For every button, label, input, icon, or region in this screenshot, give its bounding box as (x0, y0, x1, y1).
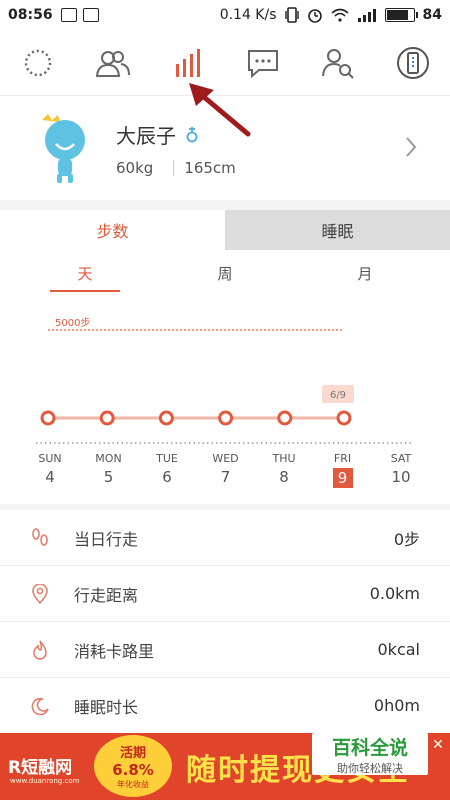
day-column[interactable]: SAT 10 (381, 452, 421, 486)
day-axis: SUN 4 MON 5 TUE 6 WED 7 THU 8 FRI 9 SAT 10 (0, 452, 450, 492)
day-name: SUN (38, 452, 62, 465)
watermark-subtitle: 助你轻松解决 (337, 761, 403, 775)
day-date: 6 (162, 468, 172, 486)
day-name: SAT (390, 452, 412, 465)
avatar (42, 113, 85, 183)
moon-icon (30, 696, 50, 716)
ad-close-button[interactable]: ✕ (428, 735, 448, 755)
ad-badge-title: 活期 (119, 746, 146, 761)
day-date: 5 (103, 468, 114, 486)
list-item-label: 当日行走 (74, 529, 139, 549)
ad-rate-badge: 活期 6.8% 年化收益 (94, 735, 172, 797)
list-item: 消耗卡路里 0kcal (0, 622, 450, 678)
day-date: 10 (391, 468, 411, 486)
signal-icon (357, 9, 376, 22)
find-user-icon[interactable] (314, 39, 362, 87)
ad-badge-rate: 6.8% (112, 761, 154, 779)
list-item: 当日行走 0步 (0, 510, 450, 566)
app-notification-icon (82, 8, 99, 22)
list-item-value: 0步 (393, 529, 420, 549)
network-speed: 0.14 K/s (219, 7, 277, 23)
location-pin-icon (30, 583, 50, 604)
summary-list: 当日行走 0步 行走距离 0.0km 消耗卡路里 0kcal 睡眠时长 0h0m (0, 510, 450, 734)
watermark: 百科全说 助你轻松解决 (312, 733, 428, 775)
loading-ring-icon[interactable] (14, 39, 62, 87)
data-point-mon[interactable] (99, 410, 115, 426)
profile-card[interactable]: 大辰子 60kg 165cm (0, 97, 450, 200)
day-date: 8 (279, 468, 289, 486)
date-tooltip: 6/9 (330, 390, 346, 401)
list-item-label: 消耗卡路里 (74, 641, 155, 661)
flame-icon (30, 639, 50, 660)
day-date: 9 (332, 468, 353, 488)
day-column[interactable]: MON 5 (89, 452, 129, 486)
battery-level: 84 (422, 7, 442, 23)
chevron-right-icon (406, 137, 417, 157)
list-item-label: 行走距离 (74, 585, 139, 605)
list-item-value: 0kcal (377, 640, 421, 659)
stats-divider (173, 160, 175, 176)
friends-icon[interactable] (89, 39, 137, 87)
list-item-value: 0h0m (373, 696, 420, 715)
battery-icon (384, 8, 418, 22)
ad-badge-sub: 年化收益 (117, 780, 149, 789)
data-point-fri[interactable] (336, 410, 352, 426)
day-name: TUE (156, 452, 178, 465)
list-item: 行走距离 0.0km (0, 566, 450, 622)
alarm-icon (307, 9, 322, 23)
day-name: THU (272, 452, 296, 465)
vibrate-icon (284, 7, 299, 23)
data-point-wed[interactable] (218, 410, 234, 426)
tab-sleep[interactable]: 睡眠 (225, 210, 450, 250)
female-gender-icon (186, 126, 198, 142)
footprints-icon (30, 527, 50, 548)
day-date: 7 (220, 468, 231, 486)
list-item: 睡眠时长 0h0m (0, 678, 450, 734)
watermark-title: 百科全说 (331, 736, 408, 759)
day-name: WED (212, 452, 239, 465)
day-column[interactable]: THU 8 (264, 452, 304, 486)
day-name: FRI (333, 452, 352, 465)
day-date: 4 (45, 468, 55, 486)
day-column[interactable]: TUE 6 (147, 452, 187, 486)
tab-steps[interactable]: 步数 (0, 210, 225, 250)
profile-weight: 60kg (116, 159, 154, 177)
status-time: 08:56 (8, 7, 53, 23)
ad-brand: R短融网 (8, 758, 73, 778)
metric-tabs: 步数 睡眠 (0, 210, 450, 250)
list-item-label: 睡眠时长 (74, 697, 139, 717)
day-column[interactable]: SUN 4 (30, 452, 70, 486)
period-tabs: 天 周 月 (50, 262, 400, 292)
profile-name: 大辰子 (116, 124, 176, 148)
goal-label: 5000步 (55, 317, 90, 329)
day-name: MON (95, 452, 122, 465)
data-point-tue[interactable] (158, 410, 174, 426)
ad-brand-url: www.duanrong.com (10, 777, 80, 785)
section-divider (0, 200, 450, 210)
profile-height: 165cm (184, 159, 236, 177)
tab-day[interactable]: 天 (50, 262, 120, 292)
image-notification-icon (60, 8, 77, 22)
data-point-sun[interactable] (40, 410, 56, 426)
series-group (40, 410, 352, 426)
day-column[interactable]: FRI 9 (323, 452, 363, 488)
tab-week[interactable]: 周 (190, 262, 260, 292)
tab-month[interactable]: 月 (330, 262, 400, 292)
status-bar: 08:56 0.14 K/s 84 (0, 0, 450, 30)
phone-device-icon[interactable] (389, 39, 437, 87)
day-column[interactable]: WED 7 (206, 452, 246, 486)
wifi-icon (330, 8, 349, 22)
list-item-value: 0.0km (369, 584, 420, 603)
data-point-thu[interactable] (277, 410, 293, 426)
